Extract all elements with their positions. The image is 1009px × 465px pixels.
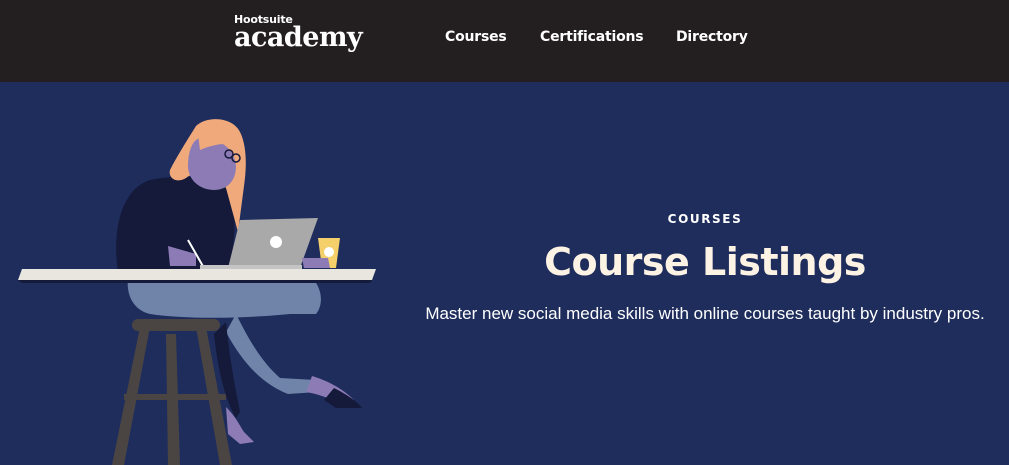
page-title: Course Listings bbox=[544, 240, 866, 284]
nav-link-certifications[interactable]: Certifications bbox=[540, 29, 644, 45]
section-eyebrow: COURSES bbox=[667, 212, 743, 226]
hootsuite-academy-logo[interactable]: Hootsuite academy bbox=[234, 14, 363, 53]
page-subtitle: Master new social media skills with onli… bbox=[425, 304, 985, 323]
hero-banner: COURSES Course Listings Master new socia… bbox=[0, 82, 1009, 465]
logo-product-text: academy bbox=[234, 22, 363, 53]
nav-link-courses[interactable]: Courses bbox=[445, 29, 507, 45]
stool bbox=[112, 319, 232, 465]
top-navigation-bar: Hootsuite academy Courses Certifications… bbox=[0, 0, 1009, 82]
nav-link-directory[interactable]: Directory bbox=[676, 29, 748, 45]
person-at-laptop-illustration bbox=[18, 119, 376, 465]
